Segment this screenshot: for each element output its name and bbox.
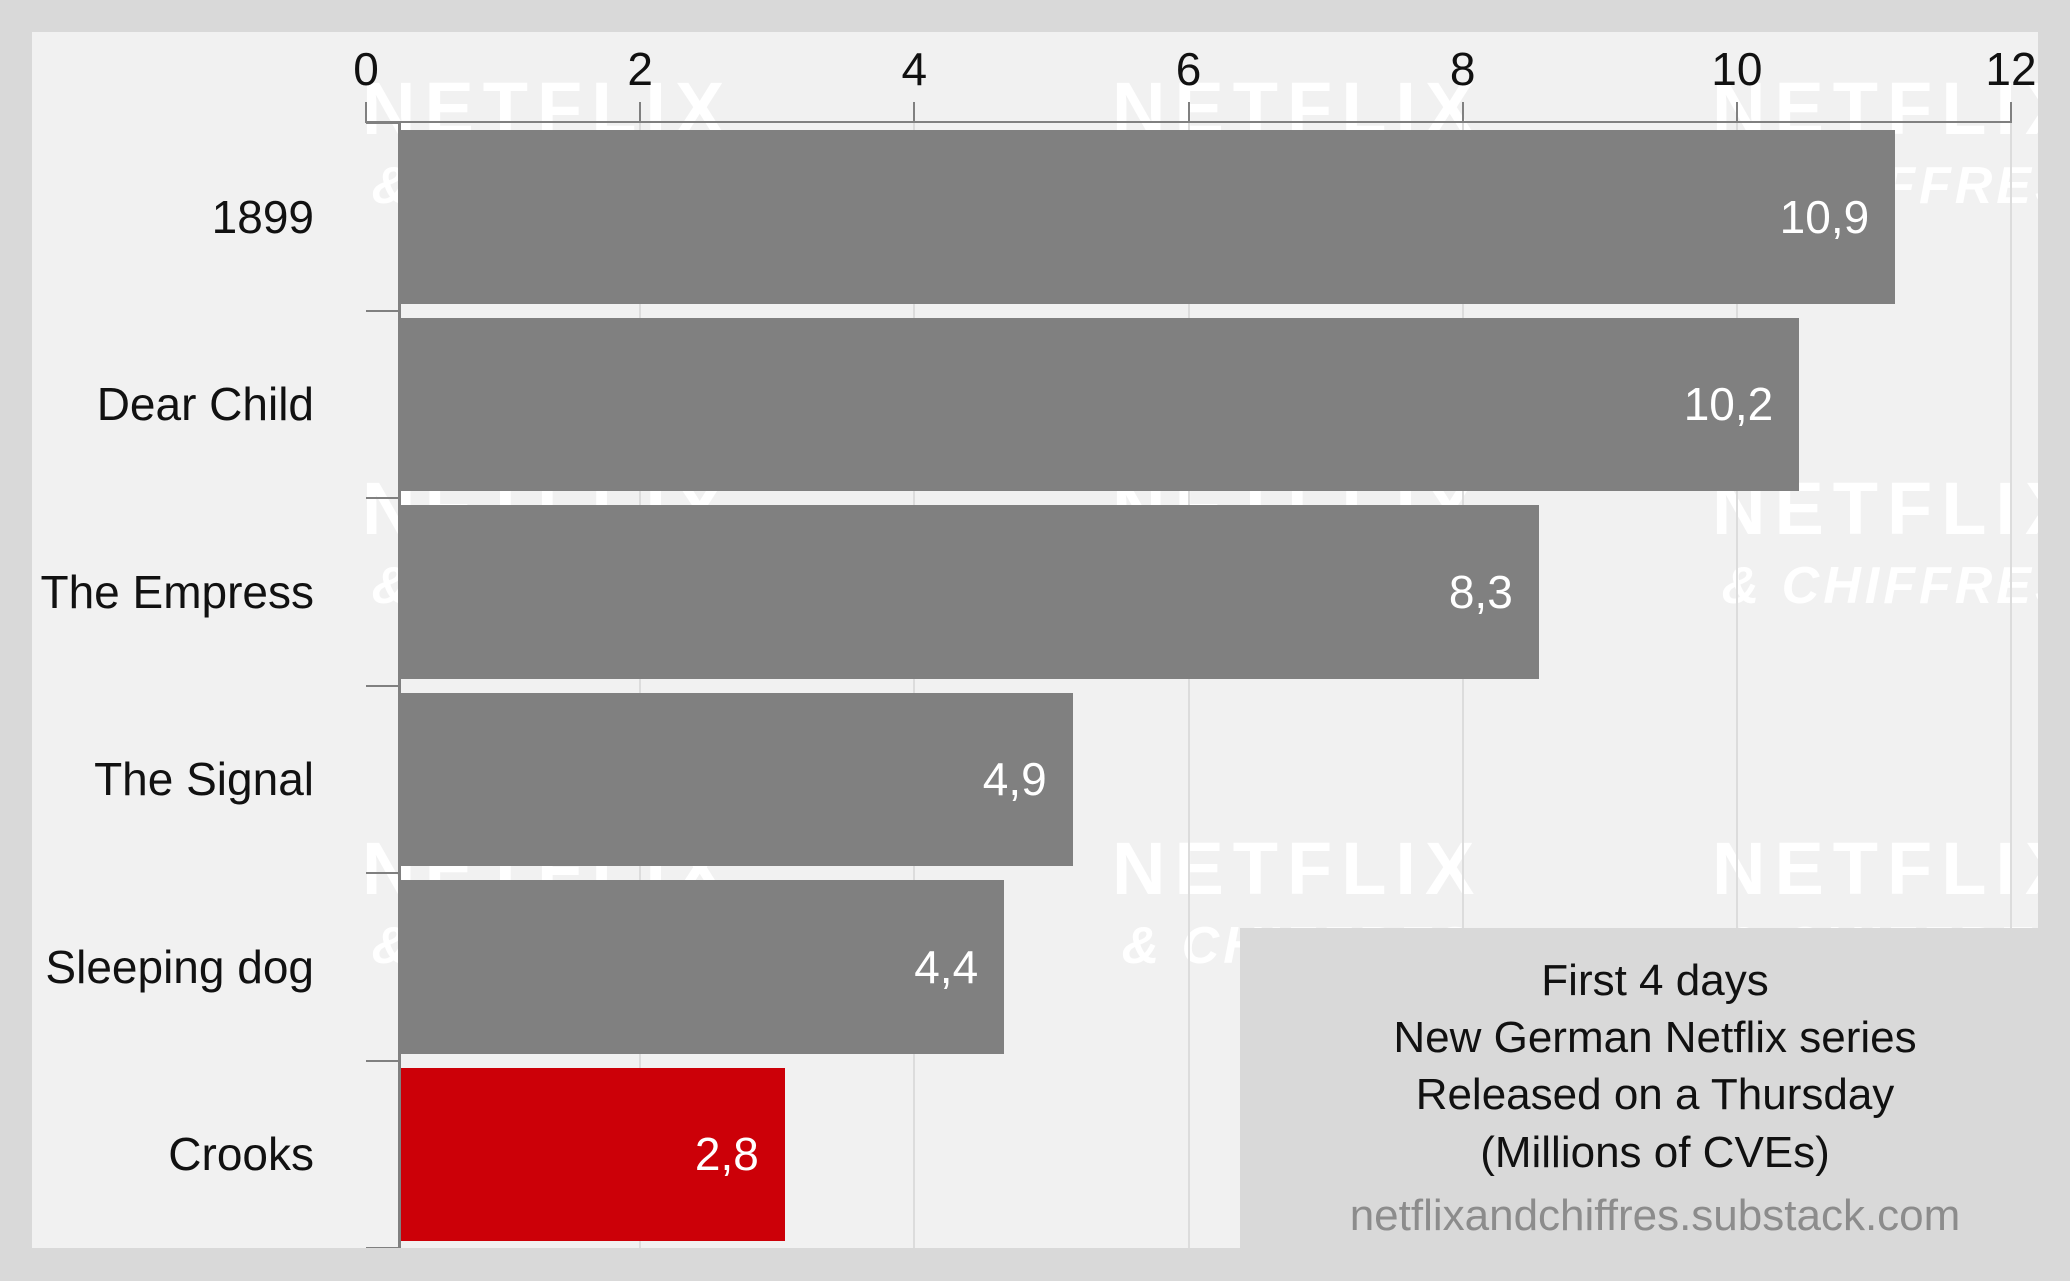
x-axis-tick-label: 0: [353, 43, 379, 95]
bar: 4,4: [401, 880, 1005, 1054]
annotation-line-2: New German Netflix series: [1393, 1013, 1917, 1063]
category-label: Dear Child: [96, 378, 314, 431]
category-label: Crooks: [168, 1128, 314, 1181]
category-label: 1899: [211, 190, 314, 243]
x-axis-tick-label: 6: [1175, 43, 1202, 95]
x-axis-tick: [1187, 102, 1190, 123]
bar: 4,9: [401, 692, 1073, 866]
bar-value-label: 2,8: [694, 1128, 759, 1181]
x-axis-tick-label: 2: [627, 43, 653, 95]
bar-value-label: 10,2: [1683, 378, 1774, 431]
chart-root: NETFLIX& CHIFFRESNETFLIX& CHIFFRESNETFLI…: [0, 0, 2070, 1281]
y-axis-tick: [366, 122, 398, 124]
y-axis-line: [398, 121, 401, 1248]
bar: 10,2: [401, 317, 1800, 491]
x-axis-tick: [1735, 102, 1738, 123]
y-axis-tick: [366, 1059, 398, 1062]
annotation-line-3: Released on a Thursday: [1415, 1070, 1895, 1120]
watermark-line-1: NETFLIX: [1112, 827, 1484, 910]
netflix-chiffres-watermark: NETFLIX& CHIFFRES: [1712, 472, 2038, 615]
source-url: netflixandchiffres.substack.com: [1349, 1190, 1961, 1240]
y-axis-tick: [366, 1247, 398, 1248]
x-axis-tick-label: 10: [1711, 43, 1763, 95]
category-label: The Empress: [40, 565, 314, 618]
x-axis-tick: [913, 102, 916, 123]
y-axis-tick: [366, 872, 398, 874]
y-axis-tick: [366, 684, 398, 687]
x-axis-tick-label: 12: [1985, 43, 2037, 95]
annotation-line-1: First 4 days: [1541, 956, 1769, 1005]
x-axis-tick: [2010, 102, 2012, 123]
x-axis-tick: [639, 102, 642, 123]
x-axis-tick-label: 8: [1449, 43, 1476, 95]
bar: 2,8: [401, 1067, 785, 1241]
bar-value-label: 8,3: [1448, 565, 1513, 618]
bar-value-label: 10,9: [1779, 190, 1870, 243]
x-axis-tick-label: 4: [901, 43, 928, 95]
annotation-line-4: (Millions of CVEs): [1480, 1127, 1830, 1177]
bar: 8,3: [401, 505, 1539, 679]
category-label: Sleeping dog: [45, 940, 314, 993]
x-axis-tick: [365, 102, 367, 123]
bar-value-label: 4,4: [914, 940, 979, 993]
x-axis-tick: [1461, 102, 1464, 123]
bar-value-label: 4,9: [982, 753, 1047, 806]
annotation-box: First 4 days New German Netflix series R…: [1240, 928, 2070, 1281]
y-axis-tick: [366, 497, 398, 499]
y-axis-tick: [366, 309, 398, 312]
watermark-line-1: NETFLIX: [1712, 827, 2038, 910]
bar: 10,9: [401, 130, 1896, 304]
watermark-line-2: & CHIFFRES: [1721, 557, 2038, 615]
category-label: The Signal: [94, 753, 314, 806]
